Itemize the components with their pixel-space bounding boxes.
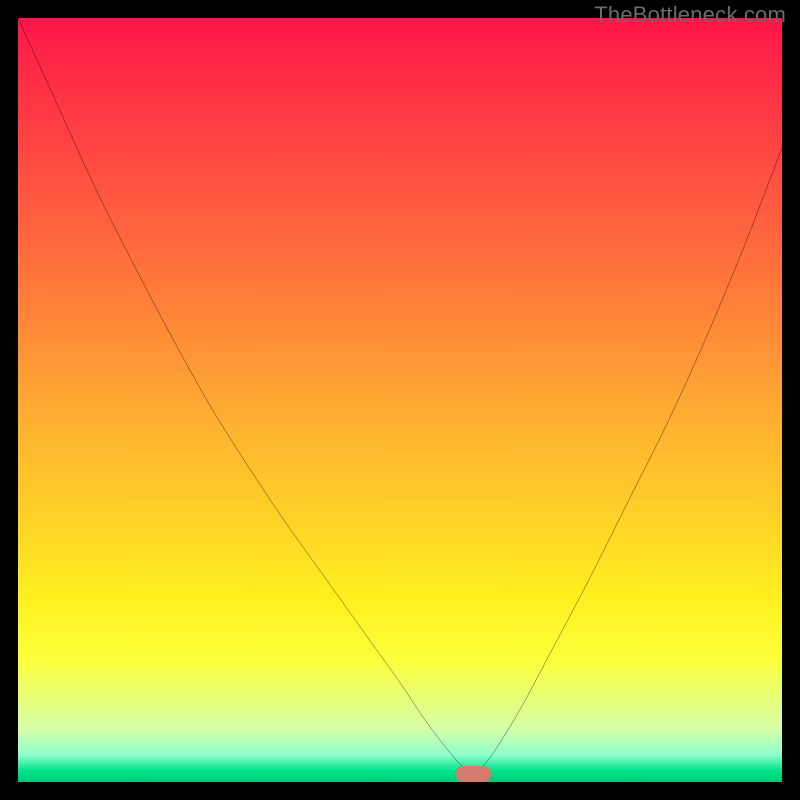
chart-stage: TheBottleneck.com [0, 0, 800, 800]
curve-path [18, 18, 782, 774]
plot-area [18, 18, 782, 782]
optimum-marker [455, 766, 491, 782]
bottleneck-curve [18, 18, 782, 782]
watermark-text: TheBottleneck.com [594, 2, 786, 28]
